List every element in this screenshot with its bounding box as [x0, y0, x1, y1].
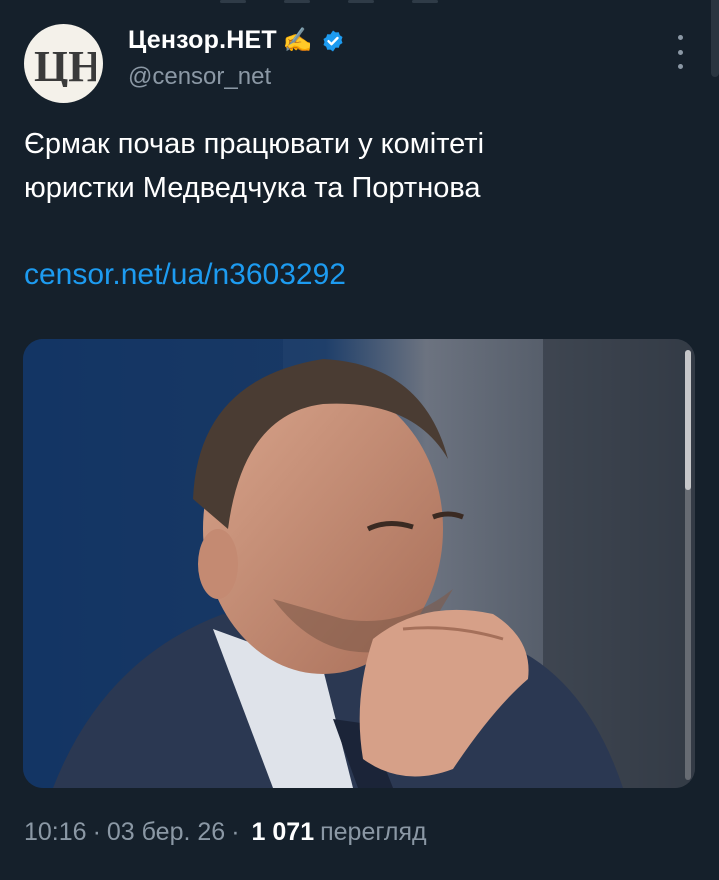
author-handle[interactable]: @censor_net [128, 63, 271, 91]
tweet-meta: 10:16 · 03 бер. 26 · 1 071 перегляд [24, 818, 427, 847]
tweet-text-line: Єрмак почав працювати у комітеті [24, 128, 485, 160]
previous-tweet-remnant [0, 0, 719, 8]
tweet-date[interactable]: 03 бер. 26 [107, 818, 225, 847]
tweet-time[interactable]: 10:16 [24, 818, 87, 847]
writing-hand-emoji: ✍️ [282, 26, 313, 54]
more-vertical-icon[interactable] [670, 35, 690, 69]
views-count[interactable]: 1 071 [252, 818, 315, 847]
tweet-text-line: юристки Медведчука та Портнова [24, 172, 481, 204]
photo-of-man-icon [23, 339, 695, 788]
censor-logo-icon: ЦН [34, 42, 96, 87]
svg-text:ЦН: ЦН [34, 42, 96, 87]
author-name[interactable]: Цензор.НЕТ [128, 26, 277, 55]
separator-dot: · [92, 818, 101, 846]
tweet-text: Єрмак почав працювати у комітеті юристки… [24, 122, 684, 210]
tweet-media-image[interactable] [23, 339, 695, 788]
separator-dot: · [231, 818, 240, 846]
author-avatar[interactable]: ЦН [24, 24, 103, 103]
media-scrollbar-thumb[interactable] [685, 350, 691, 490]
views-label: перегляд [320, 818, 427, 846]
tweet-link[interactable]: censor.net/ua/n3603292 [24, 258, 346, 292]
page-scrollbar[interactable] [711, 0, 719, 77]
verified-badge-icon [323, 30, 343, 51]
author-name-row[interactable]: Цензор.НЕТ ✍️ [128, 26, 345, 55]
